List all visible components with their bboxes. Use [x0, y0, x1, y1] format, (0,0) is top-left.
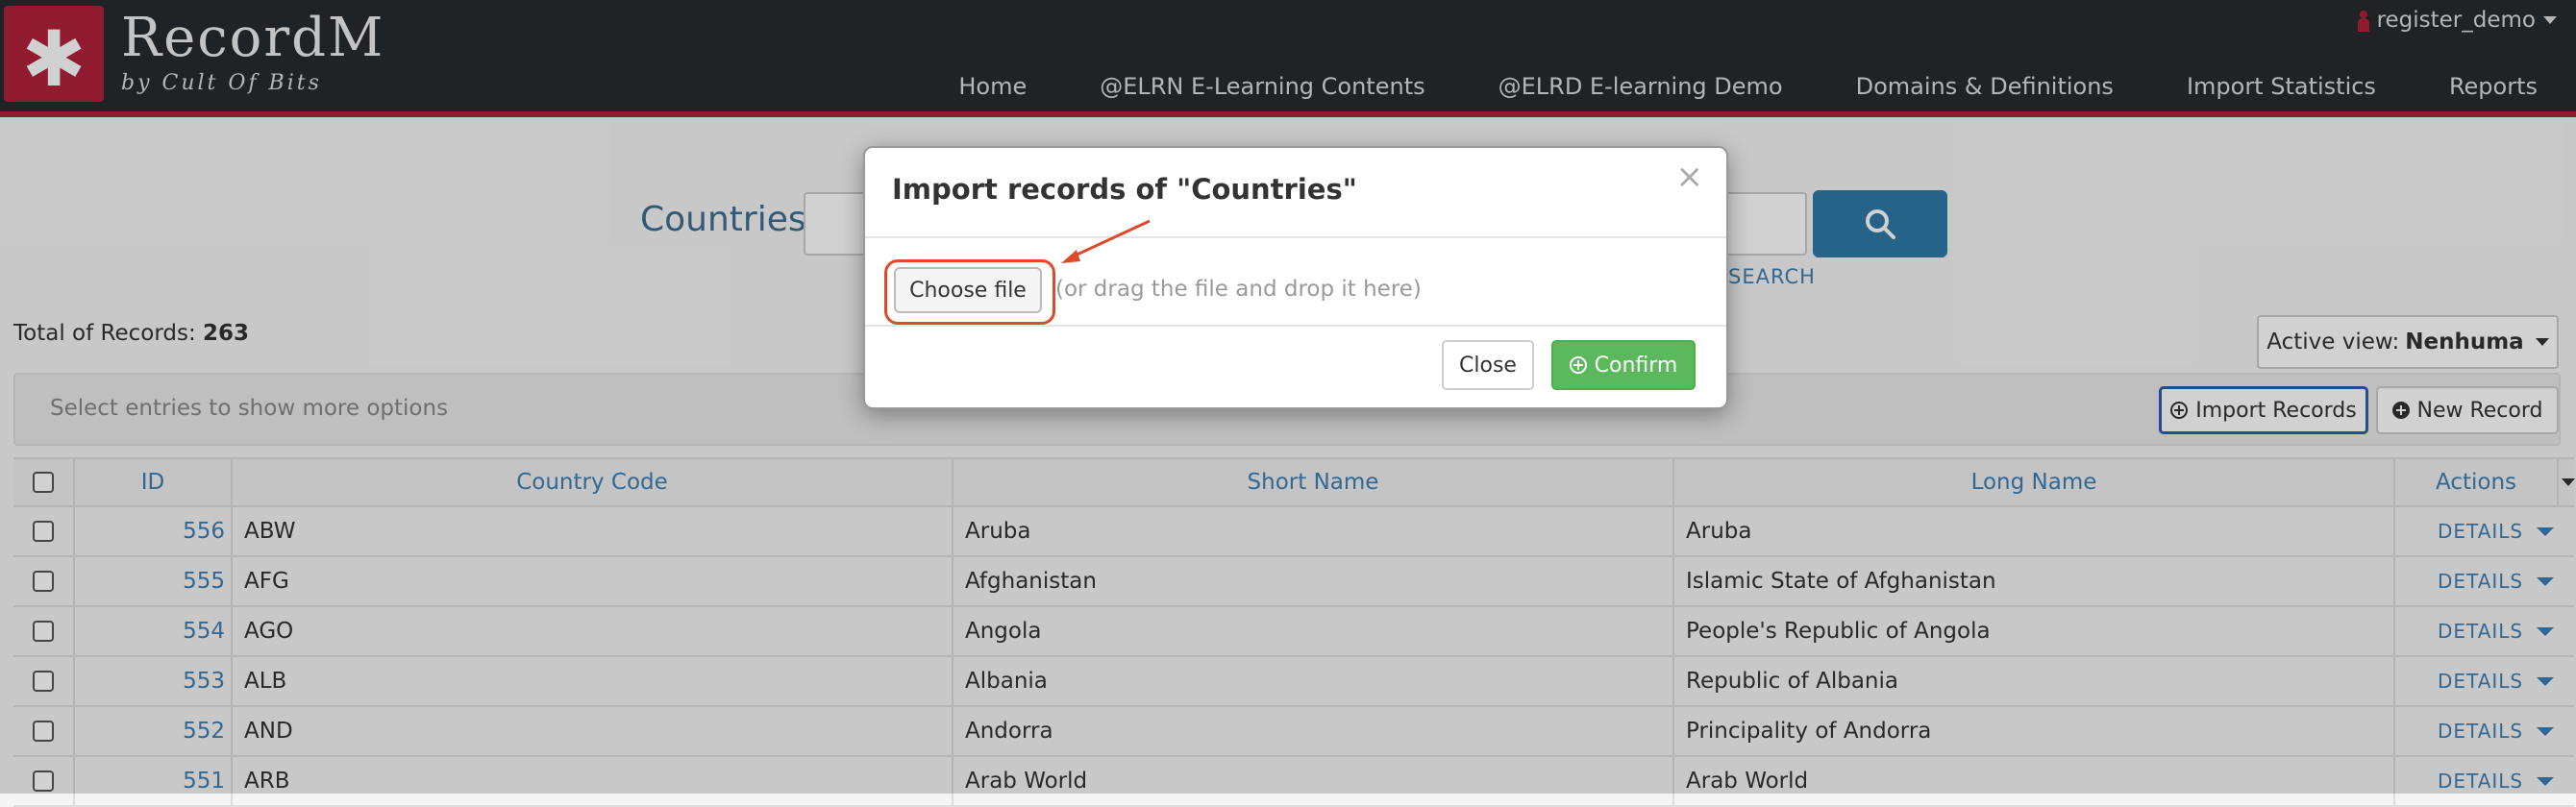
close-icon[interactable]: × [1676, 158, 1704, 196]
annotation-arrow-icon [1061, 219, 1151, 263]
divider [865, 236, 1726, 238]
close-button[interactable]: Close [1442, 340, 1534, 390]
drop-hint[interactable]: (or drag the file and drop it here) [1055, 277, 1422, 302]
import-modal: Import records of "Countries" × Choose f… [863, 146, 1728, 409]
confirm-label: Confirm [1594, 353, 1678, 378]
modal-title: Import records of "Countries" [892, 173, 1357, 206]
choose-file-button[interactable]: Choose file [894, 267, 1042, 313]
divider [865, 325, 1726, 327]
plus-circle-icon [1569, 356, 1587, 374]
confirm-button[interactable]: Confirm [1551, 340, 1696, 390]
